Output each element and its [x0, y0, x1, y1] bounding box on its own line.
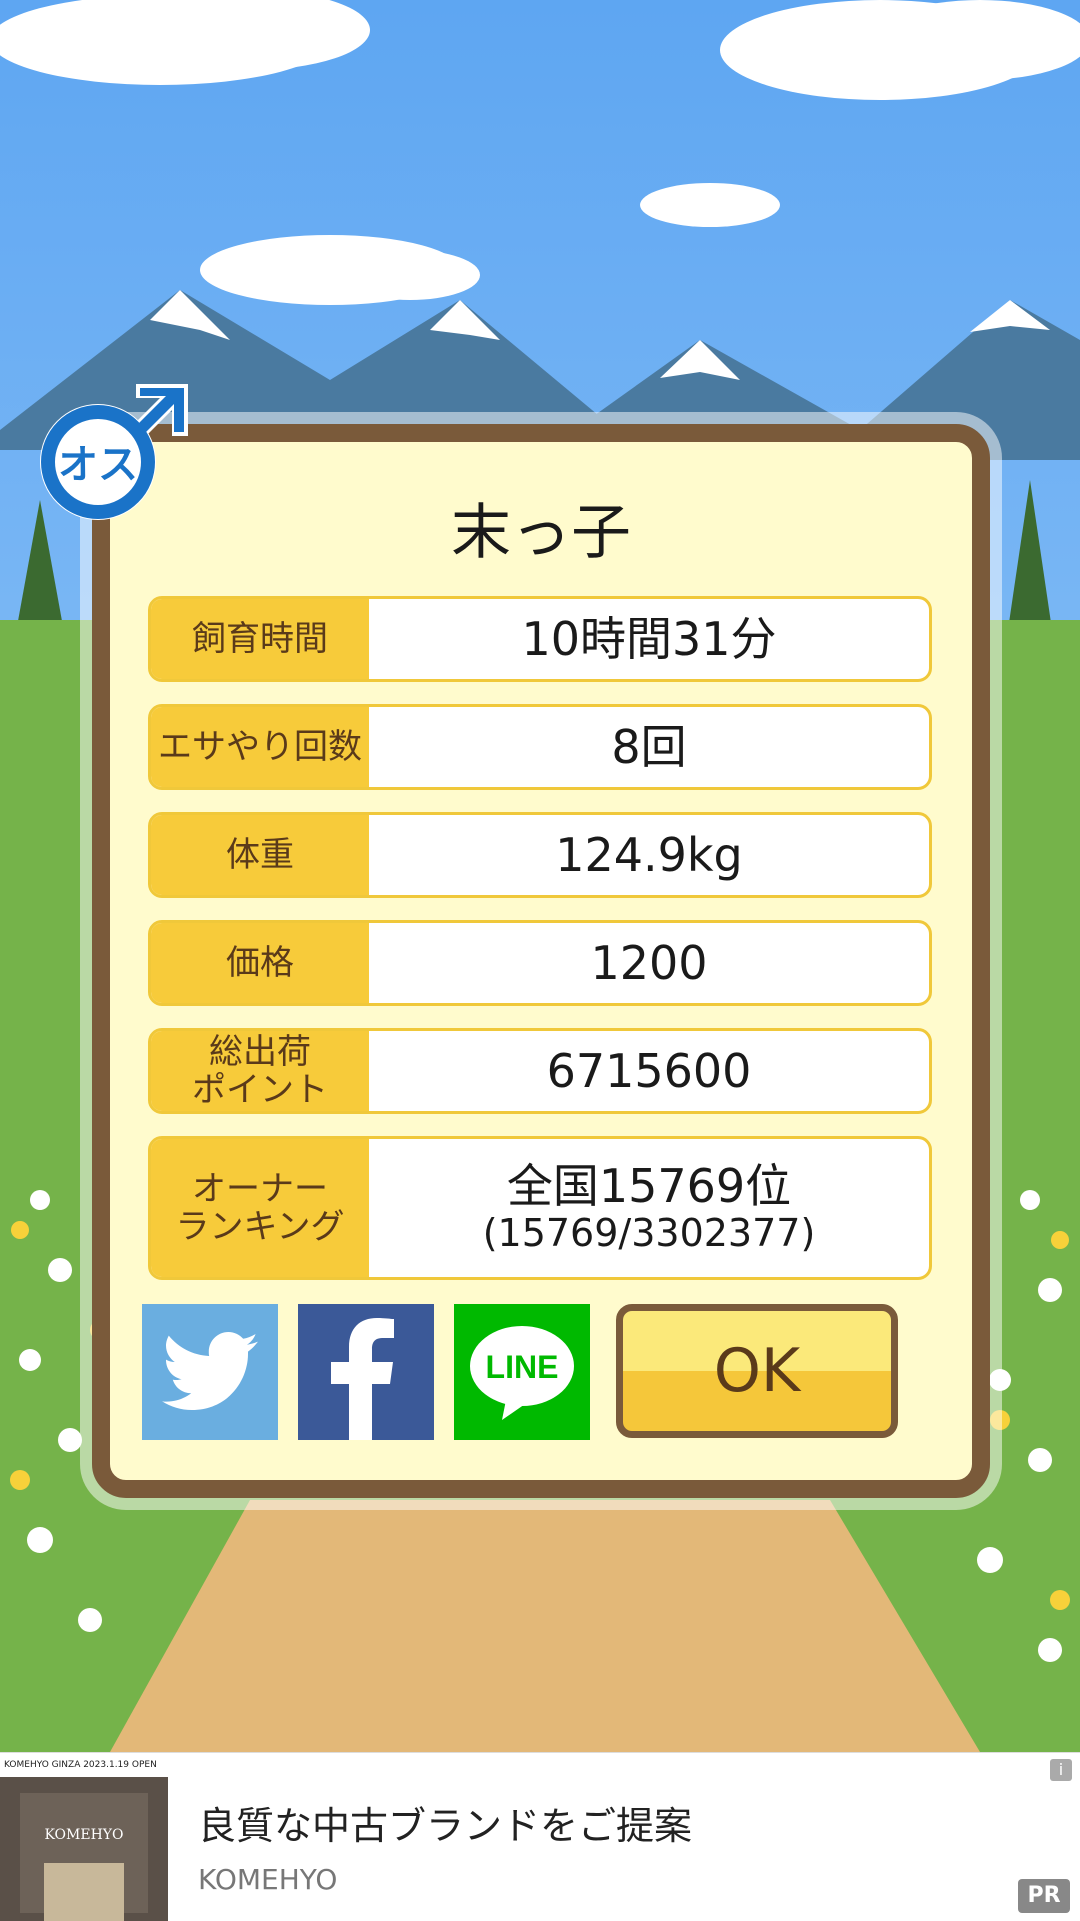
ad-banner[interactable]: KOMEHYO GINZA 2023.1.19 OPEN KOMEHYO 良質な…	[0, 1752, 1080, 1921]
dialog-actions: LINE OK	[110, 472, 970, 1482]
male-badge: オス	[36, 376, 196, 526]
ad-thumb-logo: KOMEHYO	[44, 1827, 124, 1843]
twitter-share-button[interactable]	[142, 1304, 278, 1440]
facebook-share-button[interactable]	[298, 1304, 434, 1440]
ad-pr-badge: PR	[1018, 1879, 1070, 1913]
twitter-icon	[162, 1332, 258, 1410]
ad-brand: KOMEHYO	[198, 1863, 338, 1896]
gender-label: オス	[58, 442, 138, 488]
line-icon: LINE	[470, 1326, 574, 1420]
ad-info-icon[interactable]: i	[1050, 1759, 1072, 1781]
facebook-icon	[331, 1318, 394, 1440]
ad-thumb-caption: KOMEHYO GINZA 2023.1.19 OPEN	[0, 1753, 168, 1777]
ok-button[interactable]: OK	[616, 1304, 898, 1438]
ad-title[interactable]: 良質な中古ブランドをご提案	[198, 1795, 692, 1850]
male-symbol-icon: オス	[40, 384, 188, 520]
line-share-button[interactable]: LINE	[454, 1304, 590, 1440]
ad-thumbnail[interactable]: KOMEHYO GINZA 2023.1.19 OPEN KOMEHYO	[0, 1753, 168, 1921]
line-label: LINE	[486, 1349, 559, 1385]
